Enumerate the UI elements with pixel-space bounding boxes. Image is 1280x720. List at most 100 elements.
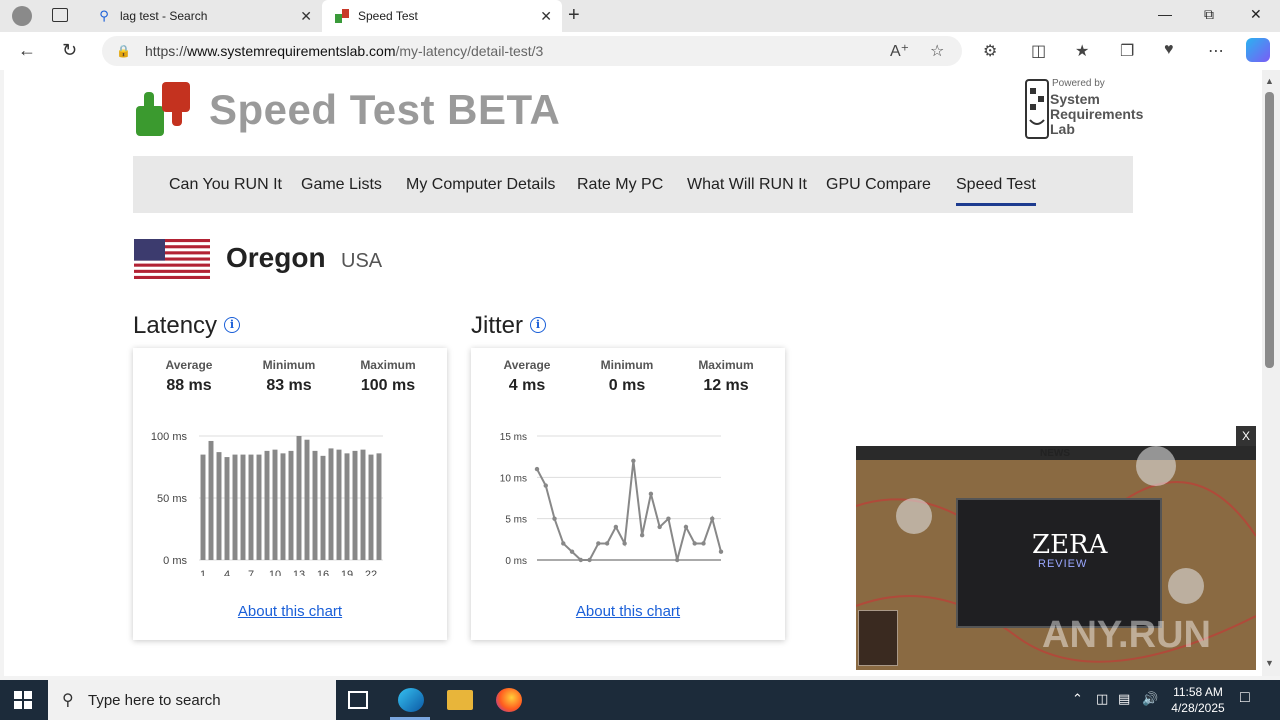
profile-icon[interactable]: [12, 6, 32, 26]
close-tab-icon[interactable]: ✕: [540, 8, 552, 25]
menu-item-rate-my-pc[interactable]: Rate My PC: [577, 176, 663, 194]
new-tab-button[interactable]: +: [568, 4, 580, 27]
latency-average-value: 88 ms: [166, 377, 212, 394]
data-point: [543, 483, 548, 488]
notifications-icon[interactable]: □: [1240, 689, 1250, 707]
bar: [200, 454, 206, 560]
data-point: [561, 541, 566, 546]
latency-card: Average Minimum Maximum 88 ms 83 ms 100 …: [133, 348, 447, 640]
address-bar[interactable]: 🔒 https://www.systemrequirementslab.com /…: [102, 36, 962, 66]
jitter-title: Jitter: [471, 312, 524, 339]
show-hidden-icons[interactable]: ⌃: [1072, 691, 1083, 707]
tab-search[interactable]: ⚲ lag test - Search ✕: [84, 0, 322, 32]
menu-item-gpu-compare[interactable]: GPU Compare: [826, 176, 931, 194]
data-point: [604, 541, 610, 546]
split-screen-icon[interactable]: ◫: [1031, 41, 1046, 61]
clock-date: 4/28/2025: [1171, 701, 1225, 715]
network-icon[interactable]: ▤: [1118, 691, 1130, 707]
scrollbar-thumb[interactable]: [1265, 92, 1274, 368]
favorite-star-icon[interactable]: ☆: [930, 41, 944, 61]
y-tick-label: 0 ms: [163, 555, 187, 567]
menu-item-my-computer-details[interactable]: My Computer Details: [406, 176, 555, 194]
data-point: [613, 524, 619, 530]
data-point: [587, 557, 592, 563]
scroll-down-icon[interactable]: ▼: [1265, 658, 1274, 668]
video-news-label: NEWS: [1040, 448, 1070, 459]
back-icon[interactable]: ←: [18, 40, 36, 61]
url-path: /my-latency/detail-test/3: [395, 43, 544, 59]
latency-about-link[interactable]: About this chart: [133, 603, 447, 620]
bar: [336, 449, 342, 560]
copilot-icon[interactable]: [1246, 38, 1270, 62]
latency-maximum-label: Maximum: [360, 358, 416, 372]
jitter-about-link[interactable]: About this chart: [471, 603, 785, 620]
data-point: [534, 466, 540, 472]
data-point: [552, 516, 557, 521]
tab-speed-test[interactable]: Speed Test ✕: [322, 0, 562, 32]
jitter-average-value: 4 ms: [508, 377, 546, 394]
close-tab-icon[interactable]: ✕: [300, 8, 312, 25]
firefox-icon[interactable]: [496, 688, 522, 712]
close-window-icon[interactable]: ✕: [1250, 6, 1262, 23]
restore-icon[interactable]: ⧉: [1204, 6, 1214, 23]
srl-name-line: System: [1050, 91, 1100, 107]
volume-icon[interactable]: 🔊: [1142, 691, 1158, 707]
bar: [344, 453, 350, 560]
x-tick-label: 13: [293, 569, 305, 576]
scroll-up-icon[interactable]: ▲: [1265, 76, 1274, 86]
taskbar-search-box[interactable]: ⚲ Type here to search: [48, 680, 336, 720]
video-ad-player[interactable]: NEWS ZERA REVIEW ANY.RUN: [856, 446, 1256, 670]
x-tick-label: 1: [200, 569, 206, 576]
bar: [272, 449, 278, 560]
data-point: [648, 491, 654, 497]
task-view-icon[interactable]: [348, 691, 368, 709]
bar: [376, 453, 382, 560]
jitter-maximum-label: Maximum: [698, 358, 754, 372]
search-icon: ⚲: [99, 8, 109, 23]
read-aloud-icon[interactable]: A⁺: [890, 41, 909, 61]
more-icon[interactable]: ⋯: [1208, 41, 1224, 61]
bar: [264, 450, 270, 560]
refresh-icon[interactable]: ↻: [62, 40, 77, 61]
data-point: [639, 533, 645, 538]
jitter-average-label: Average: [503, 358, 551, 372]
edge-taskbar-icon[interactable]: [398, 688, 424, 712]
taskbar-clock[interactable]: 11:58 AM 4/28/2025: [1162, 684, 1234, 716]
video-logo-subtitle: REVIEW: [1038, 558, 1088, 570]
menu-item-what-will-run-it[interactable]: What Will RUN It: [687, 176, 807, 194]
extensions-icon[interactable]: ⚙: [983, 41, 997, 61]
data-point: [701, 541, 706, 546]
latency-maximum-value: 100 ms: [360, 377, 416, 394]
collections-icon[interactable]: ❐: [1120, 41, 1134, 61]
bar: [256, 454, 262, 560]
srl-name-line: Lab: [1050, 121, 1075, 137]
windows-start-icon[interactable]: [14, 691, 32, 709]
data-point: [622, 541, 627, 546]
favorites-icon[interactable]: ★: [1075, 41, 1089, 61]
windows-taskbar: ⚲ Type here to search ⌃ ◫ ▤ 🔊 11:58 AM 4…: [0, 680, 1280, 720]
location-country: USA: [341, 250, 383, 272]
performance-icon[interactable]: ♥: [1164, 41, 1174, 59]
latency-info-icon[interactable]: i: [224, 317, 240, 333]
data-point: [674, 557, 680, 563]
data-point: [718, 549, 724, 554]
minimize-icon[interactable]: —: [1158, 6, 1172, 22]
menu-item-can-you-run-it[interactable]: Can You RUN It: [169, 176, 282, 194]
lock-icon: 🔒: [116, 44, 131, 58]
file-explorer-icon[interactable]: [447, 690, 473, 710]
srl-name-line: Requirements: [1050, 106, 1144, 122]
device-icon[interactable]: ◫: [1096, 691, 1108, 707]
tab-actions-icon[interactable]: [52, 8, 68, 22]
tab-title: Speed Test: [358, 9, 418, 23]
data-point: [683, 524, 689, 530]
menu-item-game-lists[interactable]: Game Lists: [301, 176, 382, 194]
x-tick-label: 19: [341, 569, 353, 576]
menu-item-speed-test[interactable]: Speed Test: [956, 176, 1036, 206]
bar: [352, 450, 358, 560]
jitter-card: Average Minimum Maximum 4 ms 0 ms 12 ms …: [471, 348, 785, 640]
jitter-minimum-value: 0 ms: [608, 377, 646, 394]
video-close-button[interactable]: X: [1236, 426, 1256, 446]
jitter-info-icon[interactable]: i: [530, 317, 546, 333]
bar: [304, 439, 310, 560]
thumbs-icon: [334, 8, 350, 24]
